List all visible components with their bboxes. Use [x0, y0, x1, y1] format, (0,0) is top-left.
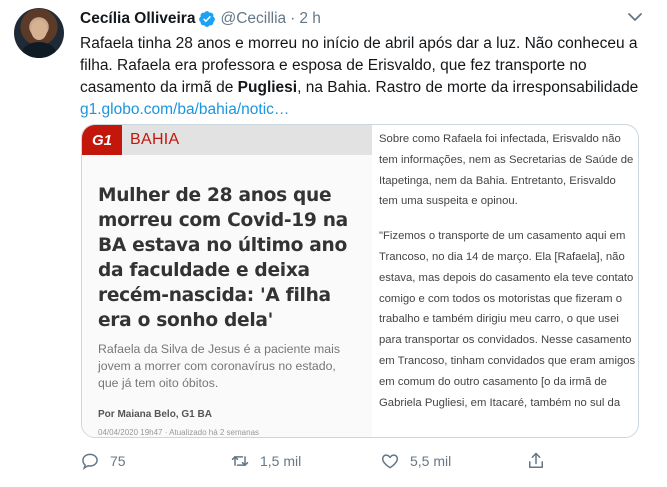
author-name[interactable]: Cecília Olliveira [80, 10, 195, 28]
article-dateline: 04/04/2020 19h47 · Atualizado há 2 seman… [98, 428, 260, 437]
retweet-button[interactable]: 1,5 mil [230, 451, 301, 471]
tweet-link[interactable]: g1.globo.com/ba/bahia/notic… [80, 101, 289, 118]
chevron-down-icon[interactable] [627, 10, 643, 22]
retweet-icon [231, 456, 249, 466]
share-icon [529, 452, 543, 468]
tweet-timestamp[interactable]: 2 h [299, 10, 321, 28]
article-headline: Mulher de 28 anos que morreu com Covid-1… [98, 185, 348, 331]
share-button[interactable] [526, 451, 556, 471]
article-summary: Rafaela da Silva de Jesus é a paciente m… [98, 342, 340, 390]
link-preview-card[interactable]: G1 BAHIA Mulher de 28 anos que morreu co… [81, 124, 639, 438]
verified-badge-icon [198, 10, 216, 28]
reply-button[interactable]: 75 [80, 451, 126, 471]
avatar-face [31, 20, 47, 40]
tweet-body: Rafaela tinha 28 anos e morreu no início… [80, 33, 650, 121]
tweet-header: Cecília Olliveira @Cecillia · 2 h [80, 9, 321, 29]
section-label: BAHIA [130, 131, 180, 148]
tweet-text-mention-bold: Pugliesi [237, 79, 298, 96]
article-screenshot: G1 BAHIA Mulher de 28 anos que morreu co… [82, 125, 372, 437]
tweet-text-part2: , na Bahia. Rastro de morte da irrespons… [297, 79, 639, 96]
tweet-actions: 75 1,5 mil 5,5 mil [80, 451, 560, 475]
g1-logo: G1 [82, 125, 122, 155]
retweet-count: 1,5 mil [260, 453, 302, 469]
like-button[interactable]: 5,5 mil [380, 451, 451, 471]
reply-icon [82, 453, 98, 470]
reply-count: 75 [110, 453, 126, 469]
article-byline: Por Maiana Belo, G1 BA [98, 409, 212, 420]
author-avatar[interactable] [14, 8, 64, 58]
author-handle[interactable]: @Cecillia [220, 10, 286, 28]
excerpt-paragraph-1: Sobre como Rafaela foi infectada, Erisva… [379, 133, 634, 208]
article-text-excerpt: Sobre como Rafaela foi infectada, Erisva… [379, 125, 637, 437]
separator-dot: · [290, 10, 296, 27]
like-count: 5,5 mil [410, 453, 452, 469]
avatar-shoulders [22, 42, 56, 58]
excerpt-paragraph-2: "Fizemos o transporte de um casamento aq… [379, 230, 636, 409]
like-icon [381, 454, 399, 469]
g1-section-bar: G1 BAHIA [82, 125, 372, 155]
